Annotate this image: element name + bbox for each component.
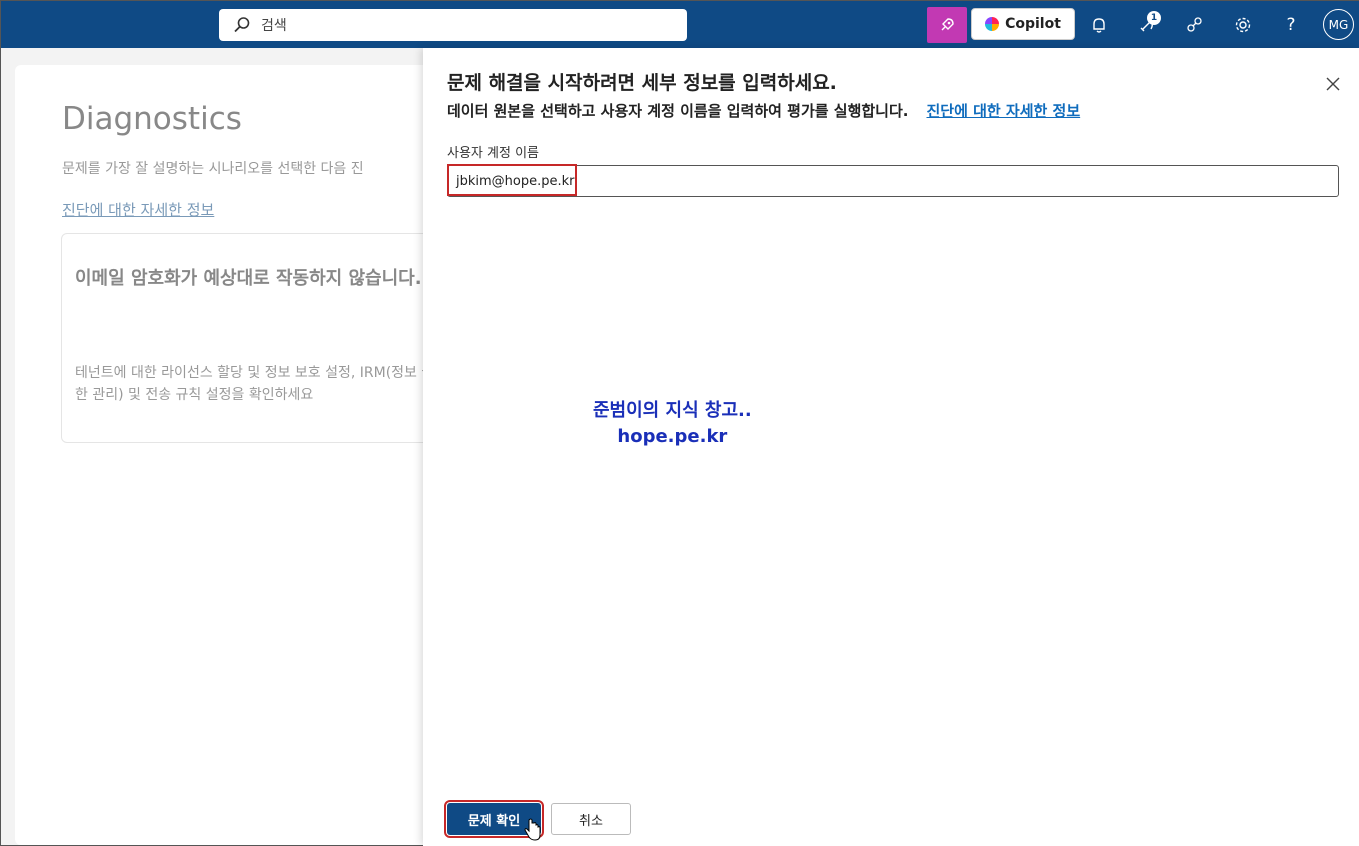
watermark-line2: hope.pe.kr (617, 426, 728, 447)
hand-cursor-icon (524, 818, 541, 841)
close-button[interactable] (1321, 72, 1345, 96)
copilot-label: Copilot (1005, 16, 1061, 32)
avatar[interactable]: MG (1323, 9, 1354, 40)
close-icon (1326, 77, 1340, 91)
copilot-button[interactable]: Copilot (971, 8, 1075, 40)
panel-title: 문제 해결을 시작하려면 세부 정보를 입력하세요. (447, 72, 837, 94)
gear-icon (1235, 17, 1251, 33)
troubleshoot-panel: 문제 해결을 시작하려면 세부 정보를 입력하세요. 데이터 원본을 선택하고 … (423, 48, 1359, 846)
search-box[interactable]: 검색 (219, 9, 687, 41)
pinned-app-button[interactable] (927, 7, 967, 43)
top-bar: 검색 Copilot 1 ? MG (1, 1, 1359, 48)
upn-input[interactable]: jbkim@hope.pe.kr (447, 165, 1339, 197)
share-button[interactable] (1177, 7, 1213, 43)
page-description: 문제를 가장 잘 설명하는 시나리오를 선택한 다음 진 (62, 161, 364, 177)
question-icon: ? (1286, 15, 1296, 35)
panel-subtitle: 데이터 원본을 선택하고 사용자 계정 이름을 입력하여 평가를 실행합니다. 진… (447, 100, 1080, 121)
scenario-card[interactable]: 이메일 암호화가 예상대로 작동하지 않습니다. 테넌트에 대한 라이선스 할당… (61, 233, 441, 443)
bell-button[interactable] (1081, 7, 1117, 43)
diagnostics-info-link[interactable]: 진단에 대한 자세한 정보 (62, 199, 214, 220)
scenario-description: 테넌트에 대한 라이선스 할당 및 정보 보호 설정, IRM(정보 권한 관리… (75, 365, 435, 403)
background-card (15, 65, 435, 845)
watermark: 준범이의 지식 창고.. hope.pe.kr (593, 398, 752, 450)
scenario-title: 이메일 암호화가 예상대로 작동하지 않습니다. (75, 268, 422, 289)
panel-info-link[interactable]: 진단에 대한 자세한 정보 (926, 102, 1080, 120)
cancel-button[interactable]: 취소 (551, 803, 631, 835)
copilot-icon (985, 17, 1000, 31)
connections-icon (1187, 17, 1202, 32)
panel-subtitle-text: 데이터 원본을 선택하고 사용자 계정 이름을 입력하여 평가를 실행합니다. (447, 102, 909, 120)
upn-label: 사용자 계정 이름 (447, 146, 539, 161)
notification-badge: 1 (1147, 11, 1161, 25)
search-placeholder: 검색 (261, 18, 287, 34)
settings-button[interactable] (1225, 7, 1261, 43)
page-title: Diagnostics (62, 101, 242, 137)
watermark-line1: 준범이의 지식 창고.. (593, 400, 752, 421)
bell-icon (1093, 18, 1105, 33)
notifications-button[interactable]: 1 (1129, 7, 1165, 43)
help-button[interactable]: ? (1273, 7, 1309, 43)
rocket-icon (941, 18, 954, 31)
search-icon (234, 17, 250, 33)
